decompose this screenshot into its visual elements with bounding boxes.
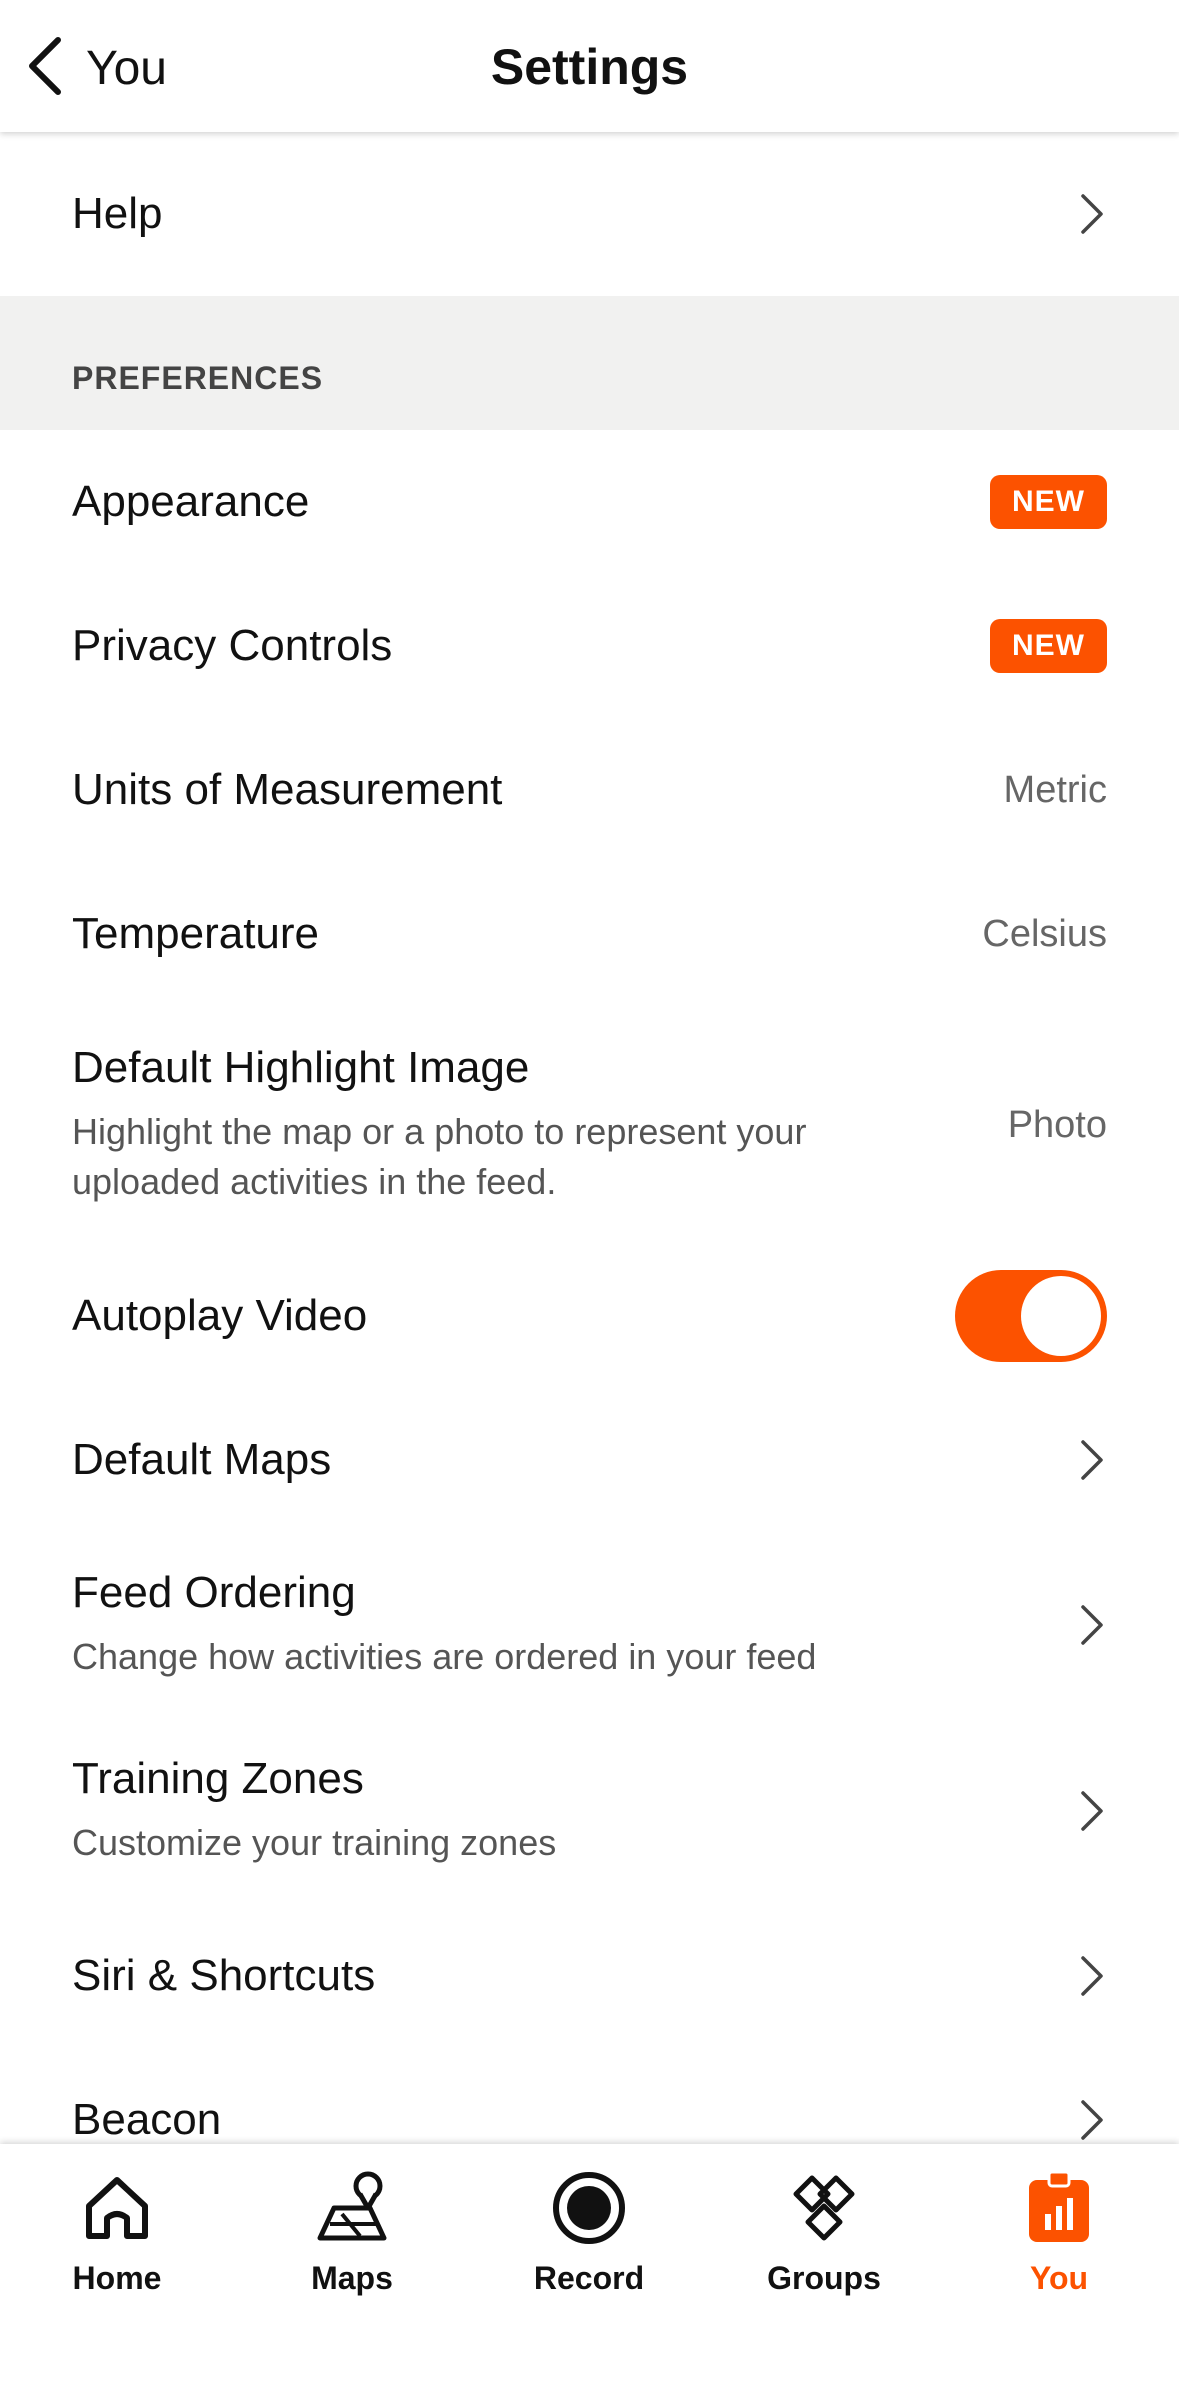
help-label: Help [72, 189, 163, 238]
default-maps-row[interactable]: Default Maps [0, 1388, 1179, 1532]
maps-icon [257, 2168, 447, 2248]
feed-ordering-description: Change how activities are ordered in you… [72, 1636, 817, 1677]
appearance-row[interactable]: Appearance NEW [0, 430, 1179, 574]
chevron-right-icon [1077, 192, 1107, 236]
new-badge: NEW [990, 619, 1107, 673]
tab-you[interactable]: You [964, 2168, 1154, 2297]
privacy-controls-row[interactable]: Privacy Controls NEW [0, 574, 1179, 718]
chevron-right-icon [1077, 1438, 1107, 1482]
autoplay-video-row: Autoplay Video [0, 1244, 1179, 1388]
default-maps-label: Default Maps [72, 1435, 332, 1484]
beacon-label: Beacon [72, 2095, 222, 2144]
tab-label: You [1029, 2260, 1089, 2296]
highlight-image-value: Photo [1007, 1103, 1107, 1146]
settings-list: Help PREFERENCES Appearance NEW Privacy … [0, 132, 1179, 2192]
tab-label: Maps [311, 2260, 393, 2296]
tab-maps[interactable]: Maps [257, 2168, 447, 2297]
you-icon [964, 2168, 1154, 2248]
toggle-knob [1021, 1276, 1101, 1356]
temperature-value: Celsius [982, 912, 1107, 955]
tab-label: Groups [767, 2260, 881, 2296]
tab-home[interactable]: Home [22, 2168, 212, 2297]
chevron-right-icon [1077, 1603, 1107, 1647]
tab-label: Home [72, 2260, 162, 2296]
tab-record[interactable]: Record [494, 2168, 684, 2297]
autoplay-video-toggle[interactable] [955, 1270, 1107, 1362]
autoplay-video-label: Autoplay Video [72, 1291, 368, 1340]
home-icon [22, 2168, 212, 2248]
temperature-label: Temperature [72, 909, 320, 958]
training-zones-description: Customize your training zones [72, 1822, 557, 1863]
training-zones-label: Training Zones [72, 1754, 364, 1803]
section-header-preferences: PREFERENCES [0, 296, 1179, 430]
units-label: Units of Measurement [72, 765, 503, 814]
help-row[interactable]: Help [0, 132, 1179, 296]
tab-label: Record [533, 2260, 645, 2296]
siri-shortcuts-label: Siri & Shortcuts [72, 1951, 376, 2000]
groups-icon [729, 2168, 919, 2248]
appearance-label: Appearance [72, 477, 310, 526]
new-badge: NEW [990, 475, 1107, 529]
default-highlight-image-row[interactable]: Default Highlight Image Highlight the ma… [0, 1006, 1179, 1244]
page-title: Settings [490, 39, 689, 95]
units-value: Metric [1003, 768, 1107, 811]
units-row[interactable]: Units of Measurement Metric [0, 718, 1179, 862]
record-icon [494, 2168, 684, 2248]
tab-bar: Home Maps Record Groups You [0, 2144, 1179, 2396]
tab-groups[interactable]: Groups [729, 2168, 919, 2297]
siri-shortcuts-row[interactable]: Siri & Shortcuts [0, 1904, 1179, 2048]
training-zones-row[interactable]: Training Zones Customize your training z… [0, 1718, 1179, 1904]
feed-ordering-row[interactable]: Feed Ordering Change how activities are … [0, 1532, 1179, 1718]
nav-bar: You Settings [0, 0, 1179, 132]
chevron-right-icon [1077, 1954, 1107, 1998]
chevron-right-icon [1077, 1789, 1107, 1833]
chevron-right-icon [1077, 2098, 1107, 2142]
feed-ordering-label: Feed Ordering [72, 1568, 356, 1617]
highlight-image-description: Highlight the map or a photo to represen… [72, 1111, 807, 1202]
highlight-image-label: Default Highlight Image [72, 1043, 530, 1092]
temperature-row[interactable]: Temperature Celsius [0, 862, 1179, 1006]
privacy-controls-label: Privacy Controls [72, 621, 393, 670]
